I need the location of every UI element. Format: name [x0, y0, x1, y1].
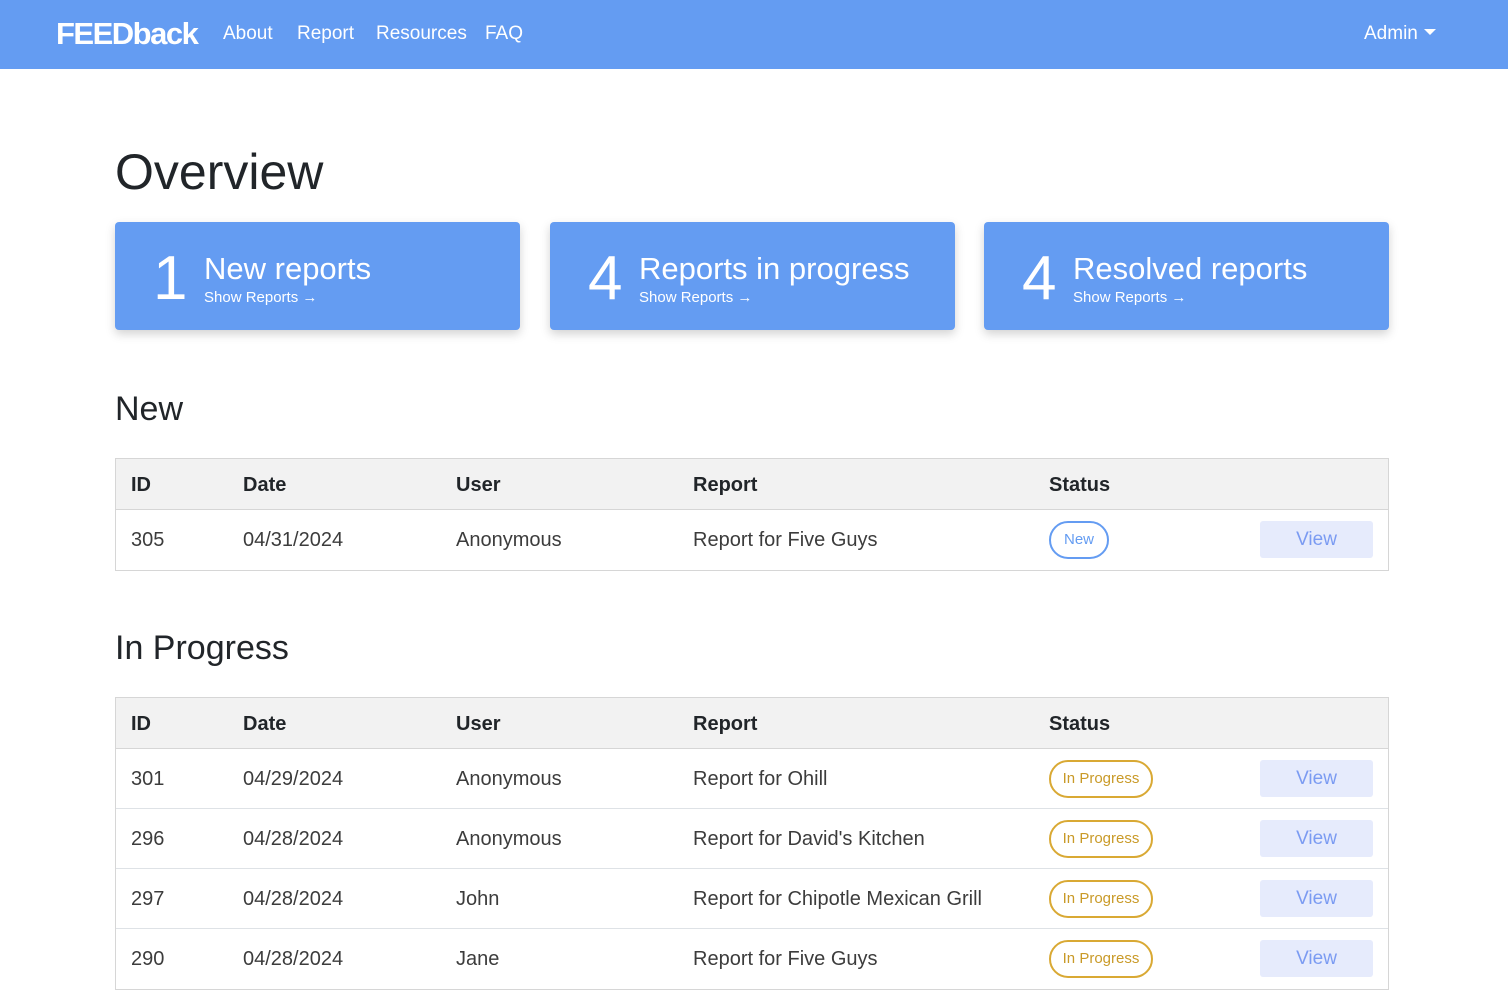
- caret-down-icon: [1423, 29, 1436, 35]
- status-badge: In Progress: [1049, 940, 1153, 978]
- card-count: 1: [153, 244, 188, 313]
- view-button[interactable]: View: [1260, 760, 1373, 797]
- table-row: 296 04/28/2024 Anonymous Report for Davi…: [116, 809, 1388, 869]
- column-header-report: Report: [693, 713, 758, 735]
- section-title-in-progress: In Progress: [115, 629, 289, 667]
- cell-id: 301: [131, 768, 165, 790]
- admin-dropdown[interactable]: Admin: [1364, 22, 1436, 46]
- cell-id: 296: [131, 828, 165, 850]
- new-reports-table: ID Date User Report Status 305 04/31/202…: [115, 458, 1389, 571]
- card-count: 4: [1022, 244, 1057, 313]
- cell-report: Report for Ohill: [693, 768, 828, 790]
- column-header-date: Date: [243, 474, 287, 496]
- column-header-user: User: [456, 713, 501, 735]
- view-button[interactable]: View: [1260, 880, 1373, 917]
- status-badge: New: [1049, 521, 1109, 559]
- brand-logo[interactable]: FEEDback: [56, 15, 199, 53]
- card-reports-in-progress[interactable]: 4 Reports in progress Show Reports →: [550, 222, 955, 330]
- view-button[interactable]: View: [1260, 940, 1373, 977]
- view-button[interactable]: View: [1260, 820, 1373, 857]
- cell-id: 297: [131, 888, 165, 910]
- admin-label: Admin: [1364, 23, 1418, 44]
- cell-user: Anonymous: [456, 768, 562, 790]
- nav-link-about[interactable]: About: [223, 22, 273, 46]
- cell-report: Report for Chipotle Mexican Grill: [693, 888, 982, 910]
- status-badge: In Progress: [1049, 820, 1153, 858]
- card-new-reports[interactable]: 1 New reports Show Reports →: [115, 222, 520, 330]
- cell-report: Report for Five Guys: [693, 529, 878, 551]
- table-row: 301 04/29/2024 Anonymous Report for Ohil…: [116, 749, 1388, 809]
- cell-date: 04/28/2024: [243, 828, 344, 850]
- navbar: FEEDback About Report Resources FAQ Admi…: [0, 0, 1508, 69]
- view-button[interactable]: View: [1260, 521, 1373, 558]
- status-badge: In Progress: [1049, 760, 1153, 798]
- card-show-reports-link[interactable]: Show Reports →: [639, 289, 752, 307]
- table-header: ID Date User Report Status: [116, 459, 1388, 510]
- column-header-status: Status: [1049, 713, 1111, 735]
- cell-date: 04/28/2024: [243, 888, 344, 910]
- nav-link-report[interactable]: Report: [297, 22, 354, 46]
- nav-link-faq[interactable]: FAQ: [485, 22, 523, 46]
- column-header-date: Date: [243, 713, 287, 735]
- card-resolved-reports[interactable]: 4 Resolved reports Show Reports →: [984, 222, 1389, 330]
- card-title: Reports in progress: [639, 251, 910, 286]
- cell-user: Jane: [456, 948, 500, 970]
- card-show-reports-link[interactable]: Show Reports →: [204, 289, 317, 307]
- in-progress-reports-table: ID Date User Report Status 301 04/29/202…: [115, 697, 1389, 990]
- cell-date: 04/29/2024: [243, 768, 344, 790]
- nav-link-resources[interactable]: Resources: [376, 22, 467, 46]
- column-header-user: User: [456, 474, 501, 496]
- status-badge: In Progress: [1049, 880, 1153, 918]
- column-header-report: Report: [693, 474, 758, 496]
- cell-user: John: [456, 888, 500, 910]
- table-row: 290 04/28/2024 Jane Report for Five Guys…: [116, 929, 1388, 989]
- cell-date: 04/28/2024: [243, 948, 344, 970]
- cell-report: Report for David's Kitchen: [693, 828, 925, 850]
- column-header-status: Status: [1049, 474, 1111, 496]
- cell-id: 305: [131, 529, 165, 551]
- table-row: 297 04/28/2024 John Report for Chipotle …: [116, 869, 1388, 929]
- card-title: Resolved reports: [1073, 251, 1308, 286]
- section-title-new: New: [115, 390, 184, 428]
- cell-user: Anonymous: [456, 828, 562, 850]
- card-show-reports-link[interactable]: Show Reports →: [1073, 289, 1186, 307]
- card-title: New reports: [204, 251, 372, 286]
- table-row: 305 04/31/2024 Anonymous Report for Five…: [116, 510, 1388, 570]
- cell-user: Anonymous: [456, 529, 562, 551]
- cell-date: 04/31/2024: [243, 529, 344, 551]
- column-header-id: ID: [131, 713, 151, 735]
- page-title: Overview: [115, 144, 324, 200]
- column-header-id: ID: [131, 474, 151, 496]
- cell-id: 290: [131, 948, 165, 970]
- card-count: 4: [588, 244, 623, 313]
- table-header: ID Date User Report Status: [116, 698, 1388, 749]
- cell-report: Report for Five Guys: [693, 948, 878, 970]
